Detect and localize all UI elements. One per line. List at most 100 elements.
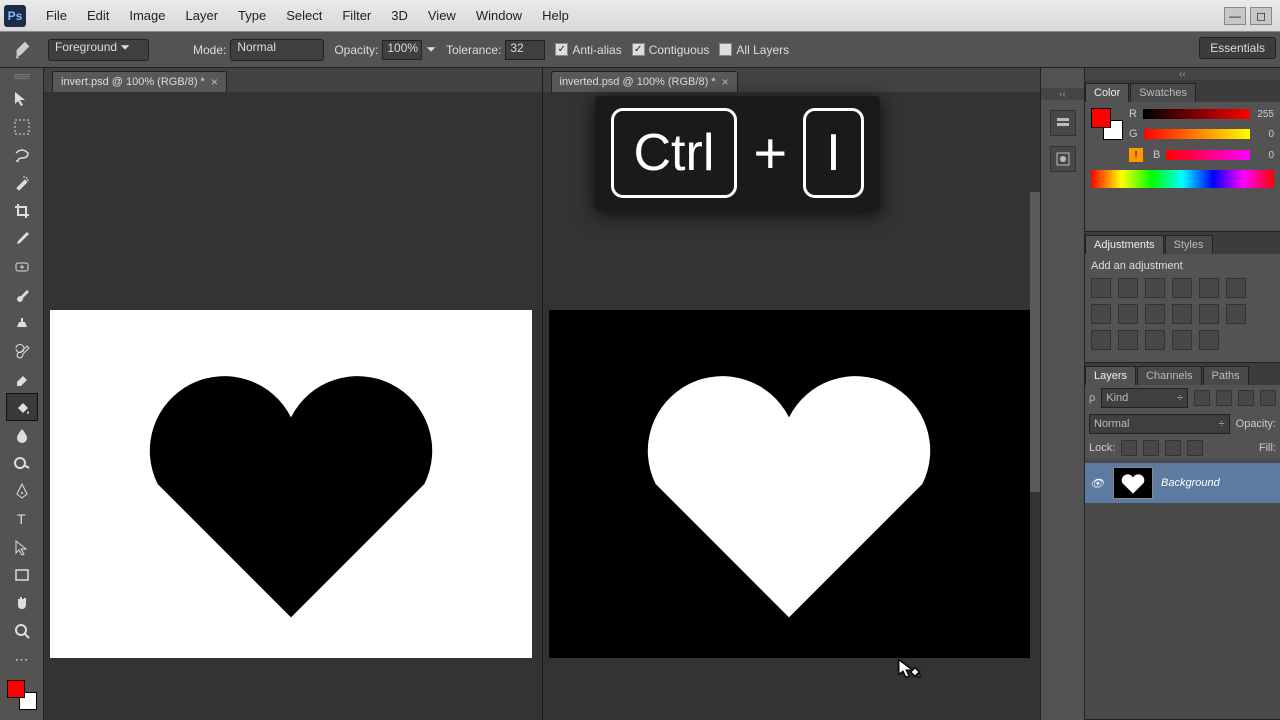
menu-select[interactable]: Select xyxy=(276,8,332,23)
active-tool-icon[interactable] xyxy=(8,37,38,63)
adj-levels-icon[interactable] xyxy=(1118,278,1138,298)
panel-tab-color[interactable]: Color xyxy=(1085,83,1129,102)
layer-filter-shape-icon[interactable] xyxy=(1260,390,1276,406)
layer-item-background[interactable]: 👁 Background xyxy=(1085,463,1280,503)
opacity-chevron-icon[interactable]: ⏷ xyxy=(426,42,436,57)
menu-type[interactable]: Type xyxy=(228,8,276,23)
vertical-scrollbar[interactable] xyxy=(1030,192,1040,492)
magic-wand-tool[interactable] xyxy=(7,170,37,196)
paint-bucket-tool[interactable] xyxy=(7,394,37,420)
layer-visibility-icon[interactable]: 👁 xyxy=(1089,477,1105,490)
panel-tab-channels[interactable]: Channels xyxy=(1137,366,1201,385)
foreground-color-swatch[interactable] xyxy=(7,680,25,698)
hand-tool[interactable] xyxy=(7,590,37,616)
contiguous-checkbox[interactable] xyxy=(632,43,645,56)
tab-close-icon[interactable]: × xyxy=(211,75,218,89)
lasso-tool[interactable] xyxy=(7,142,37,168)
layer-filter-adj-icon[interactable] xyxy=(1216,390,1232,406)
menu-3d[interactable]: 3D xyxy=(381,8,418,23)
workspace-switcher[interactable]: Essentials xyxy=(1199,37,1276,59)
adj-posterize-icon[interactable] xyxy=(1226,304,1246,324)
lock-position-icon[interactable] xyxy=(1165,440,1181,456)
zoom-tool[interactable] xyxy=(7,618,37,644)
red-slider[interactable] xyxy=(1143,109,1250,119)
minimize-button[interactable]: — xyxy=(1224,7,1246,25)
opacity-input[interactable]: 100% xyxy=(382,40,422,60)
hue-ramp[interactable] xyxy=(1091,170,1274,188)
menu-help[interactable]: Help xyxy=(532,8,579,23)
adj-more1-icon[interactable] xyxy=(1172,330,1192,350)
eraser-tool[interactable] xyxy=(7,366,37,392)
color-panel-swatch[interactable] xyxy=(1091,108,1123,140)
edit-toolbar-icon[interactable]: ⋯ xyxy=(7,646,37,672)
adj-photo-filter-icon[interactable] xyxy=(1118,304,1138,324)
properties-panel-icon[interactable] xyxy=(1050,146,1076,172)
adj-channel-mixer-icon[interactable] xyxy=(1145,304,1165,324)
adj-exposure-icon[interactable] xyxy=(1172,278,1192,298)
menu-layer[interactable]: Layer xyxy=(176,8,229,23)
adj-brightness-icon[interactable] xyxy=(1091,278,1111,298)
layer-filter-select[interactable]: Kind÷ xyxy=(1101,388,1188,408)
adj-more2-icon[interactable] xyxy=(1199,330,1219,350)
panels-collapse-icon[interactable]: ‹‹ xyxy=(1085,68,1280,80)
antialias-checkbox[interactable] xyxy=(555,43,568,56)
maximize-button[interactable]: ◻ xyxy=(1250,7,1272,25)
lock-all-icon[interactable] xyxy=(1187,440,1203,456)
blur-tool[interactable] xyxy=(7,422,37,448)
panel-tab-adjustments[interactable]: Adjustments xyxy=(1085,235,1164,254)
panel-tab-swatches[interactable]: Swatches xyxy=(1130,83,1196,102)
healing-brush-tool[interactable] xyxy=(7,254,37,280)
history-panel-icon[interactable] xyxy=(1050,110,1076,136)
gamut-warning-icon[interactable]: ! xyxy=(1129,148,1143,162)
adj-hue-icon[interactable] xyxy=(1226,278,1246,298)
crop-tool[interactable] xyxy=(7,198,37,224)
blue-slider[interactable] xyxy=(1166,150,1250,160)
type-tool[interactable]: T xyxy=(7,506,37,532)
menu-file[interactable]: File xyxy=(36,8,77,23)
adj-gradient-map-icon[interactable] xyxy=(1118,330,1138,350)
menu-window[interactable]: Window xyxy=(466,8,532,23)
history-brush-tool[interactable] xyxy=(7,338,37,364)
adj-bw-icon[interactable] xyxy=(1091,304,1111,324)
menu-filter[interactable]: Filter xyxy=(332,8,381,23)
rectangle-tool[interactable] xyxy=(7,562,37,588)
canvas-right[interactable] xyxy=(549,272,1031,696)
panel-tab-paths[interactable]: Paths xyxy=(1203,366,1249,385)
adj-invert-icon[interactable] xyxy=(1199,304,1219,324)
menu-image[interactable]: Image xyxy=(119,8,175,23)
adj-color-lookup-icon[interactable] xyxy=(1172,304,1192,324)
tab-close-icon[interactable]: × xyxy=(722,75,729,89)
fill-source-select[interactable]: Foreground ⏷ xyxy=(48,39,149,61)
all-layers-checkbox[interactable] xyxy=(719,43,732,56)
lock-image-icon[interactable] xyxy=(1143,440,1159,456)
document-tab-right[interactable]: inverted.psd @ 100% (RGB/8) * × xyxy=(551,71,738,92)
adj-selective-color-icon[interactable] xyxy=(1145,330,1165,350)
blend-mode-select[interactable]: Normal xyxy=(230,39,324,61)
toolbox-grip-icon[interactable] xyxy=(14,74,30,80)
eyedropper-tool[interactable] xyxy=(7,226,37,252)
marquee-tool[interactable] xyxy=(7,114,37,140)
adj-curves-icon[interactable] xyxy=(1145,278,1165,298)
collapse-arrows-icon[interactable]: ‹‹ xyxy=(1041,88,1084,100)
canvas-left[interactable] xyxy=(50,272,532,696)
document-tab-left[interactable]: invert.psd @ 100% (RGB/8) * × xyxy=(52,71,227,92)
adj-vibrance-icon[interactable] xyxy=(1199,278,1219,298)
layer-blend-mode-select[interactable]: Normal÷ xyxy=(1089,414,1230,434)
menu-edit[interactable]: Edit xyxy=(77,8,119,23)
dodge-tool[interactable] xyxy=(7,450,37,476)
panel-tab-styles[interactable]: Styles xyxy=(1165,235,1213,254)
menu-view[interactable]: View xyxy=(418,8,466,23)
lock-transparency-icon[interactable] xyxy=(1121,440,1137,456)
brush-tool[interactable] xyxy=(7,282,37,308)
layer-filter-img-icon[interactable] xyxy=(1194,390,1210,406)
tolerance-input[interactable]: 32 xyxy=(505,40,545,60)
green-slider[interactable] xyxy=(1144,129,1250,139)
clone-stamp-tool[interactable] xyxy=(7,310,37,336)
move-tool[interactable] xyxy=(7,86,37,112)
foreground-background-swatch[interactable] xyxy=(7,680,37,710)
adj-threshold-icon[interactable] xyxy=(1091,330,1111,350)
layer-thumbnail[interactable] xyxy=(1113,467,1153,499)
path-select-tool[interactable] xyxy=(7,534,37,560)
pen-tool[interactable] xyxy=(7,478,37,504)
layer-filter-type-icon[interactable] xyxy=(1238,390,1254,406)
